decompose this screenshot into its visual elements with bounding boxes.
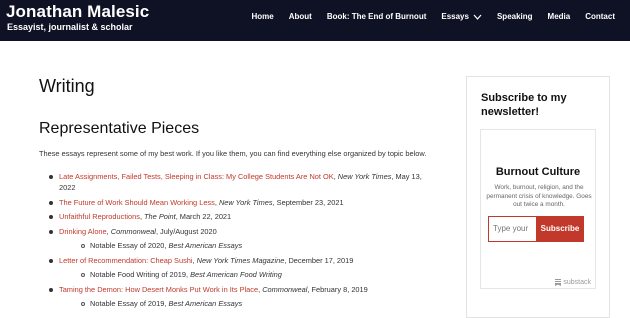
bullet-icon [49, 174, 53, 179]
essay-link[interactable]: Taming the Demon: How Desert Monks Put W… [59, 285, 258, 294]
section-title: Representative Pieces [39, 120, 200, 137]
nav-about[interactable]: About [289, 12, 312, 21]
substack-widget: Burnout Culture Work, burnout, religion,… [480, 129, 596, 289]
essay-link[interactable]: Unfaithful Reproductions [59, 212, 140, 221]
email-input[interactable]: Type your [488, 216, 536, 242]
nav-essays[interactable]: Essays [441, 12, 482, 21]
site-header: Jonathan Malesic Essayist, journalist & … [0, 0, 630, 41]
essay-date: , February 8, 2019 [307, 284, 368, 294]
newsletter-description: Work, burnout, religion, and the permane… [486, 184, 592, 208]
bullet-icon [49, 258, 53, 263]
essay-publication: Commonweal [262, 284, 308, 294]
award-text: Notable Essay of 2020, [90, 241, 169, 250]
intro-text: These essays represent some of my best w… [39, 149, 427, 158]
award-text: Notable Food Writing of 2019, [90, 270, 191, 279]
award-anthology: Best American Essays [168, 299, 243, 308]
circle-bullet-icon [81, 244, 85, 248]
circle-bullet-icon [81, 273, 85, 277]
nav-home[interactable]: Home [251, 12, 273, 21]
bullet-icon [49, 215, 53, 219]
award-anthology: Best American Essays [168, 241, 243, 250]
newsletter-heading: Subscribe to my newsletter! [481, 92, 567, 118]
essay-link[interactable]: Drinking Alone [59, 227, 107, 236]
site-title[interactable]: Jonathan Malesic [6, 2, 149, 22]
chevron-down-icon [473, 14, 482, 20]
page-title: Writing [39, 76, 95, 96]
substack-logo-icon [555, 279, 562, 286]
substack-badge-label: substack [563, 279, 591, 286]
essay-award: Notable Essay of 2020, Best American Ess… [59, 240, 428, 252]
nav-speaking[interactable]: Speaking [497, 12, 533, 21]
essay-item: Drinking Alone, Commonweal, July/August … [48, 226, 428, 252]
essay-date: , September 23, 2021 [272, 197, 344, 207]
nav-media[interactable]: Media [548, 12, 571, 21]
essay-link[interactable]: Letter of Recommendation: Cheap Sushi [59, 256, 193, 265]
essay-publication: New York Times Magazine [196, 255, 285, 265]
essay-item: Letter of Recommendation: Cheap Sushi, N… [48, 255, 428, 281]
substack-badge[interactable]: substack [555, 279, 591, 286]
bullet-icon [49, 287, 53, 292]
award-text: Notable Essay of 2019, [90, 299, 169, 308]
main-nav: Home About Book: The End of Burnout Essa… [236, 12, 615, 21]
essay-award: Notable Essay of 2019, Best American Ess… [59, 298, 428, 310]
main-content: Writing Representative Pieces These essa… [39, 76, 429, 313]
essay-publication: New York Times [337, 171, 392, 181]
nav-book[interactable]: Book: The End of Burnout [327, 12, 427, 21]
essay-publication: The Point [144, 212, 176, 221]
essay-item: Late Assignments, Failed Tests, Sleeping… [48, 171, 428, 194]
essay-link[interactable]: Late Assignments, Failed Tests, Sleeping… [59, 172, 334, 181]
bullet-icon [49, 229, 53, 234]
essay-publication: Commonweal [110, 226, 156, 236]
essay-link[interactable]: The Future of Work Should Mean Working L… [59, 198, 215, 207]
essay-item: The Future of Work Should Mean Working L… [48, 197, 428, 209]
essay-date: , March 22, 2021 [175, 212, 232, 221]
essay-item: Unfaithful Reproductions, The Point, Mar… [48, 211, 428, 223]
essay-award: Notable Food Writing of 2019, Best Ameri… [59, 269, 428, 281]
essay-date: , December 17, 2019 [284, 255, 354, 265]
nav-essays-label: Essays [441, 12, 469, 21]
nav-contact[interactable]: Contact [585, 12, 615, 21]
newsletter-name: Burnout Culture [495, 166, 581, 178]
subscribe-button[interactable]: Subscribe [536, 216, 584, 242]
essay-list: Late Assignments, Failed Tests, Sleeping… [48, 171, 428, 310]
essay-date: , July/August 2020 [155, 226, 217, 236]
circle-bullet-icon [81, 302, 85, 306]
sidebar: Subscribe to my newsletter! Burnout Cult… [466, 76, 610, 318]
essay-publication: New York Times [218, 197, 273, 207]
essay-item: Taming the Demon: How Desert Monks Put W… [48, 284, 428, 310]
site-tagline: Essayist, journalist & scholar [7, 22, 133, 32]
award-anthology: Best American Food Writing [190, 270, 282, 279]
bullet-icon [49, 200, 53, 205]
